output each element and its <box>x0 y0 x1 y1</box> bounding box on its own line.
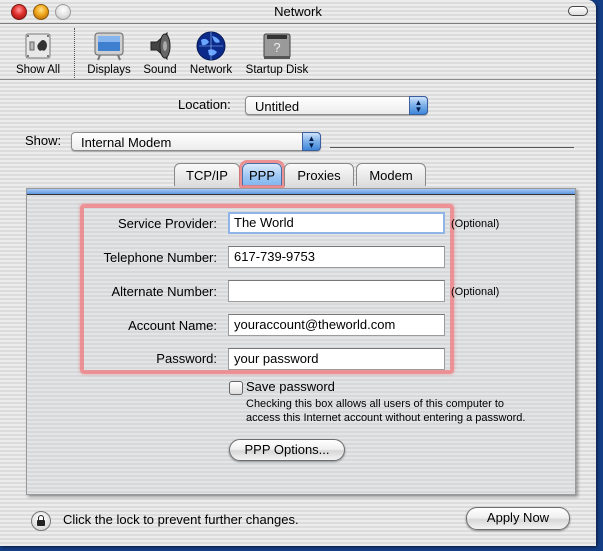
show-divider <box>330 147 574 148</box>
field-value: youraccount@theworld.com <box>234 317 396 332</box>
tab-tcp-ip[interactable]: TCP/IP <box>174 163 240 186</box>
save-password-checkbox[interactable] <box>229 381 243 395</box>
account-name-field[interactable]: youraccount@theworld.com <box>228 314 445 336</box>
toolbar: Show All Displays Sound Network ? Startu… <box>0 24 596 79</box>
password-label: Password: <box>156 351 217 366</box>
help-text-line: Checking this box allows all users of th… <box>246 398 505 410</box>
lock-icon[interactable] <box>31 511 51 531</box>
location-popup[interactable]: Untitled ▲ ▼ <box>245 96 428 115</box>
help-text-line: access this Internet account without ent… <box>246 412 526 424</box>
apply-now-button[interactable]: Apply Now <box>466 507 570 530</box>
toolbar-label: Network <box>189 64 233 76</box>
toolbar-toggle-button[interactable] <box>568 6 588 16</box>
popup-arrows-icon: ▲ ▼ <box>302 132 321 151</box>
telephone-number-field[interactable]: 617-739-9753 <box>228 246 445 268</box>
show-label: Show: <box>25 133 62 148</box>
service-provider-optional-note: (Optional) <box>451 218 500 230</box>
password-field[interactable]: your password <box>228 348 445 370</box>
toolbar-label: Sound <box>143 64 177 76</box>
field-value: 617-739-9753 <box>234 249 315 264</box>
toolbar-label: Show All <box>15 64 61 76</box>
window-title: Network <box>274 4 322 19</box>
toolbar-label: Displays <box>87 64 131 76</box>
tab-label: Proxies <box>297 168 341 183</box>
show-all-icon <box>21 30 55 62</box>
tab-proxies[interactable]: Proxies <box>284 163 354 186</box>
title-bar[interactable]: Network <box>0 0 596 24</box>
panel-header-bar <box>27 189 575 195</box>
location-value: Untitled <box>255 99 300 114</box>
service-provider-label: Service Provider: <box>118 216 217 231</box>
tab-modem[interactable]: Modem <box>356 163 426 186</box>
toolbar-divider <box>74 28 75 78</box>
focus-ring <box>239 160 285 188</box>
alternate-number-field[interactable] <box>228 280 445 302</box>
tab-label: Modem <box>369 168 413 183</box>
show-value: Internal Modem <box>81 135 172 150</box>
account-name-label: Account Name: <box>128 318 217 333</box>
toolbar-label: Startup Disk <box>245 64 309 76</box>
svg-text:?: ? <box>273 40 280 55</box>
alternate-number-label: Alternate Number: <box>111 284 218 299</box>
telephone-number-label: Telephone Number: <box>103 250 217 265</box>
toolbar-separator <box>0 79 596 80</box>
lock-status-text: Click the lock to prevent further change… <box>63 512 299 527</box>
toolbar-item-displays[interactable]: Displays <box>85 30 133 76</box>
save-password-help: Checking this box allows all users of th… <box>246 397 525 425</box>
toolbar-item-sound[interactable]: Sound <box>140 30 180 76</box>
startup-disk-icon: ? <box>260 30 294 62</box>
field-value: your password <box>234 351 319 366</box>
save-password-label[interactable]: Save password <box>246 379 335 394</box>
sound-icon <box>143 30 177 62</box>
location-label: Location: <box>178 97 231 112</box>
toolbar-item-startup-disk[interactable]: ? Startup Disk <box>242 30 312 76</box>
field-value: The World <box>234 215 294 230</box>
show-popup[interactable]: Internal Modem ▲ ▼ <box>71 132 321 151</box>
service-provider-field[interactable]: The World <box>228 212 445 234</box>
toolbar-item-network[interactable]: Network <box>186 30 236 76</box>
displays-icon <box>92 30 126 62</box>
tab-label: TCP/IP <box>186 168 228 183</box>
tab-ppp[interactable]: PPP <box>239 160 285 188</box>
ppp-options-button[interactable]: PPP Options... <box>229 439 345 461</box>
toolbar-item-show-all[interactable]: Show All <box>10 30 66 76</box>
alternate-number-optional-note: (Optional) <box>451 286 500 298</box>
network-icon <box>194 30 228 62</box>
popup-arrows-icon: ▲ ▼ <box>409 96 428 115</box>
network-preferences-window: Network Show All Displays Sound Network … <box>0 0 596 546</box>
